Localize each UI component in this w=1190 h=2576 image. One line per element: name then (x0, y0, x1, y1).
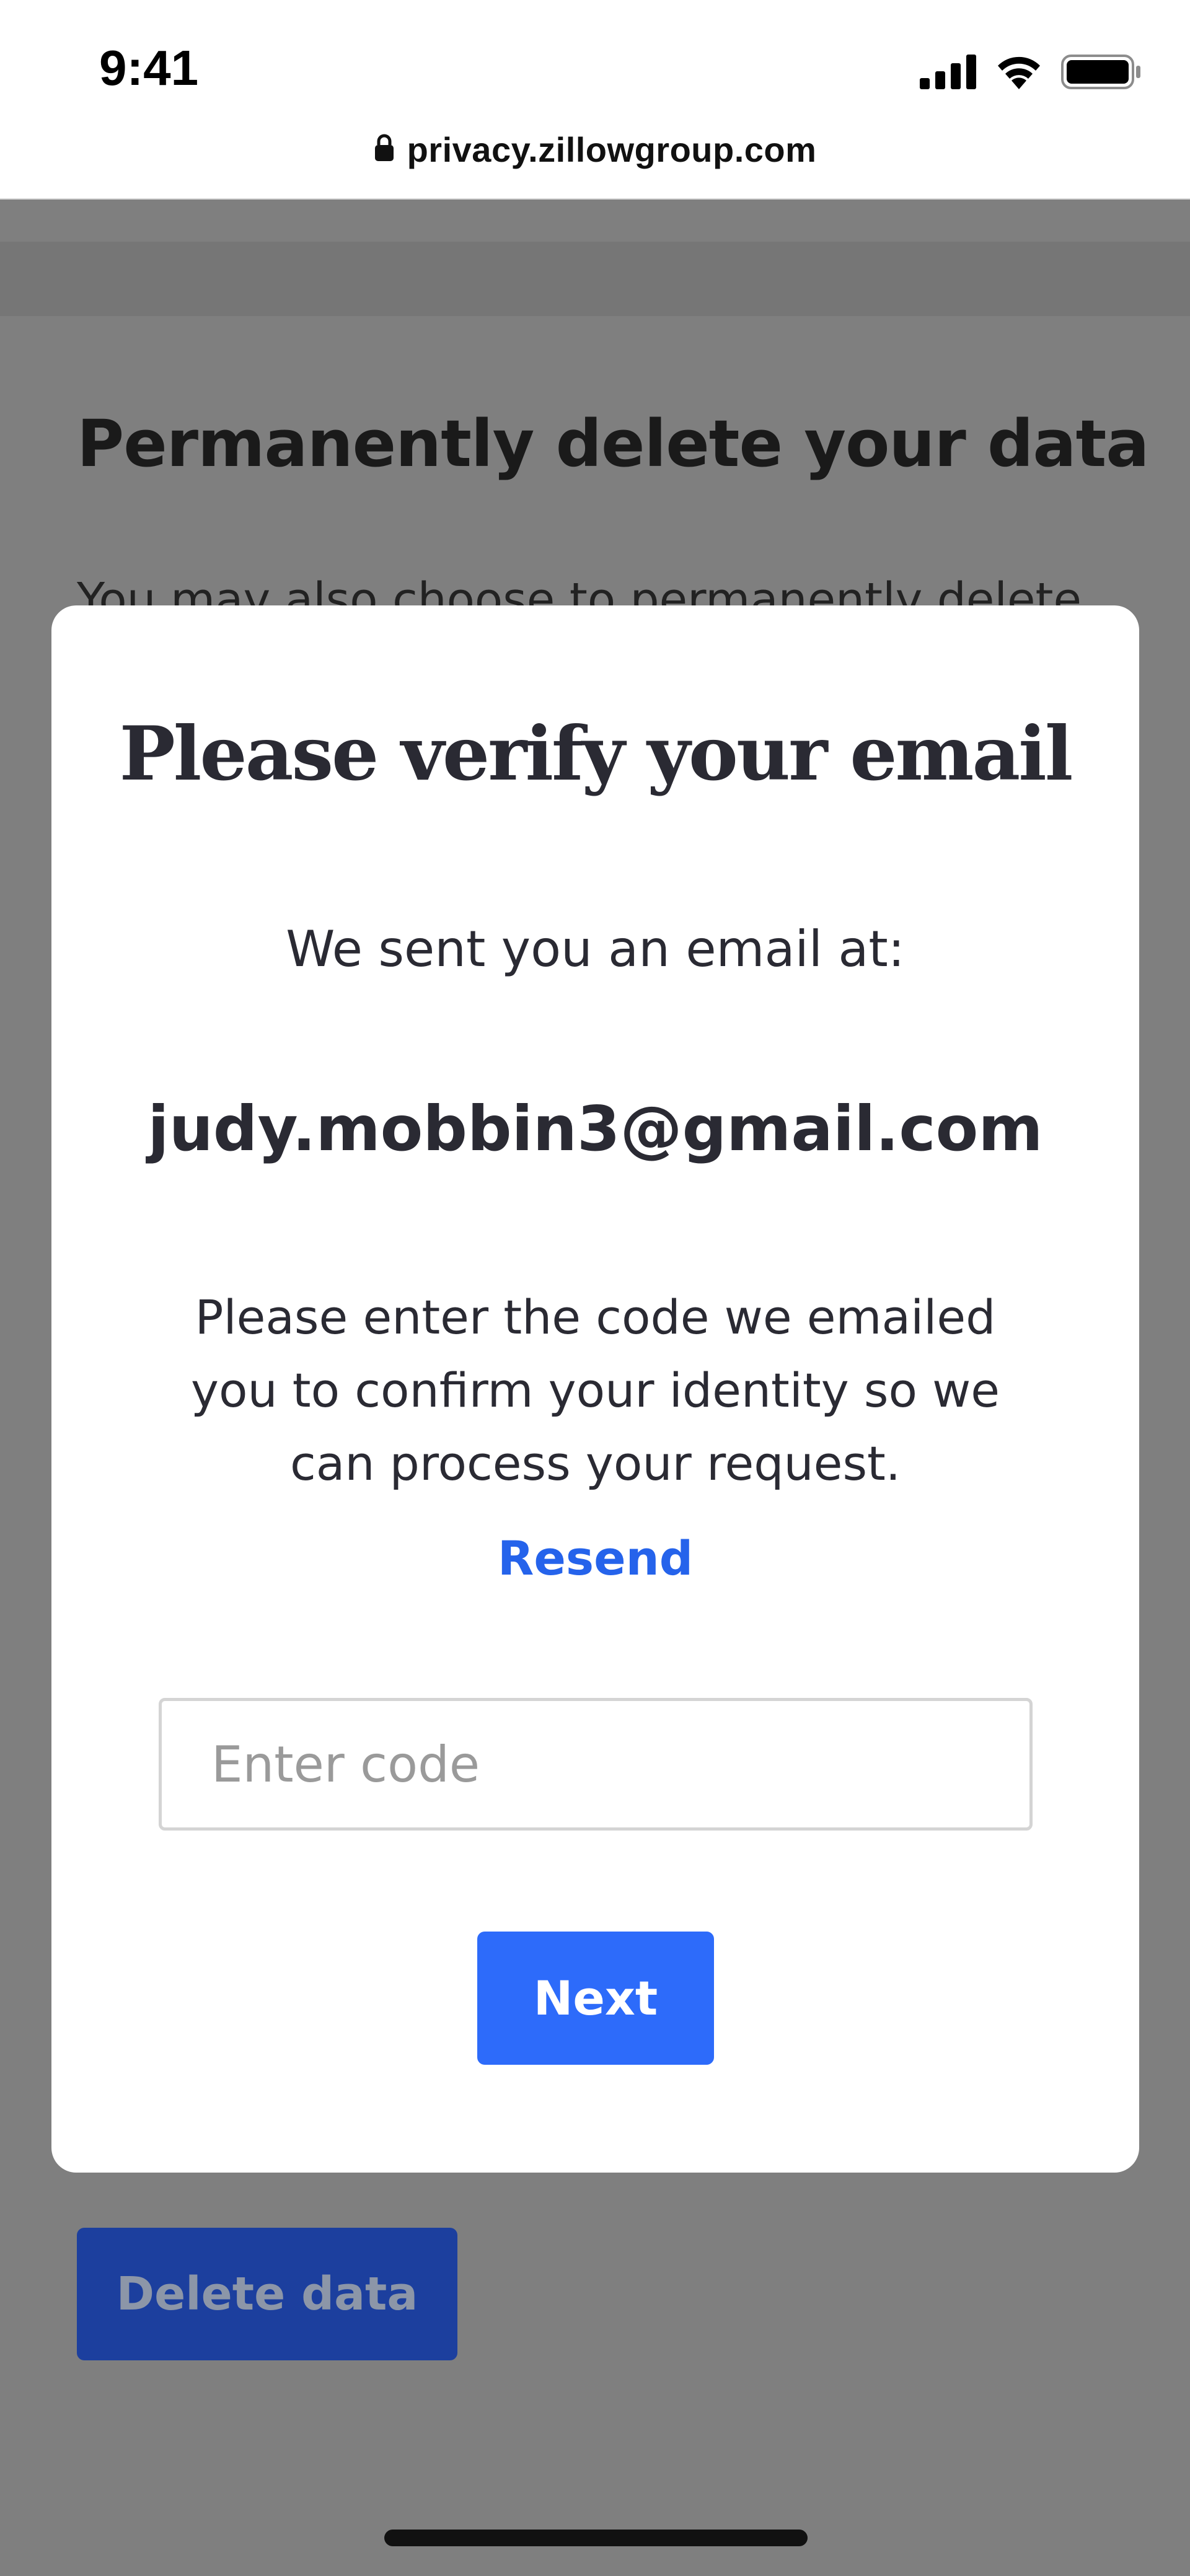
status-icons (920, 53, 1142, 90)
url-text: privacy.zillowgroup.com (407, 130, 817, 169)
status-time: 9:41 (99, 40, 199, 95)
wifi-icon (994, 53, 1044, 90)
modal-title: Please verify your email (119, 710, 1073, 798)
browser-chrome: 9:41 privacy.zillowgroup.com (0, 0, 1190, 200)
instructions-text: Please enter the code we emailed you to … (190, 1290, 1000, 1491)
background-heading: Permanently delete your data (77, 406, 1149, 481)
background-banner (0, 242, 1190, 316)
lock-icon (374, 134, 395, 165)
next-button[interactable]: Next (477, 1932, 714, 2065)
resend-link[interactable]: Resend (51, 1535, 1139, 1582)
home-indicator[interactable] (384, 2530, 808, 2546)
delete-data-button: Delete data (77, 2228, 457, 2360)
page: 9:41 privacy.zillowgroup.com Permanently… (0, 0, 1190, 2576)
verify-email-modal: Please verify your email We sent you an … (51, 605, 1139, 2173)
cellular-signal-icon (920, 55, 977, 89)
email-address: judy.mobbin3@gmail.com (148, 1092, 1043, 1165)
battery-icon (1061, 53, 1142, 90)
code-input[interactable] (159, 1698, 1033, 1831)
address-bar[interactable]: privacy.zillowgroup.com (0, 127, 1190, 172)
sent-email-label: We sent you an email at: (286, 920, 905, 978)
